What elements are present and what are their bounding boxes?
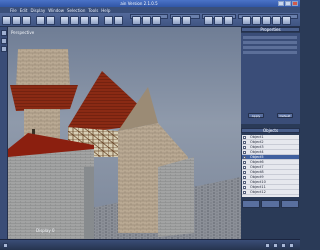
object-name: Object10 (250, 180, 266, 184)
undo-icon[interactable] (36, 16, 45, 25)
cylinder-icon[interactable] (152, 16, 161, 25)
object-name: Object5 (250, 155, 264, 159)
menu-display[interactable]: Display (30, 8, 45, 13)
properties-panel: Apply Default (241, 33, 300, 124)
object-name: Object12 (250, 190, 266, 194)
status-tool-icon[interactable] (265, 243, 270, 248)
new-icon[interactable] (2, 16, 11, 25)
close-button[interactable] (292, 1, 298, 6)
select-icon[interactable] (60, 16, 69, 25)
visibility-checkbox[interactable] (243, 160, 246, 164)
visibility-checkbox[interactable] (243, 175, 246, 179)
paint-icon[interactable] (242, 16, 251, 25)
menu-window[interactable]: Window (48, 8, 64, 13)
mesh-icon[interactable] (252, 16, 261, 25)
left-toolstrip (0, 27, 8, 239)
apply-button[interactable]: Apply (248, 113, 264, 118)
open-icon[interactable] (12, 16, 21, 25)
object-list-item[interactable]: Object12 (242, 190, 299, 195)
tree-icon[interactable] (272, 16, 281, 25)
object-name: Object8 (250, 170, 264, 174)
param-field[interactable] (243, 46, 297, 49)
object-name: Object6 (250, 160, 264, 164)
viewport-footer: Display 0 (36, 228, 55, 233)
menu-file[interactable]: File (10, 8, 17, 13)
object-name: Object3 (250, 145, 264, 149)
remove-object-button[interactable] (261, 200, 280, 208)
visibility-checkbox[interactable] (243, 155, 246, 159)
visibility-checkbox[interactable] (243, 150, 246, 154)
minimize-button[interactable] (278, 1, 284, 6)
scale-icon[interactable] (90, 16, 99, 25)
zoom-icon[interactable] (114, 16, 123, 25)
visibility-checkbox[interactable] (243, 185, 246, 189)
properties-header: Properties (241, 27, 300, 32)
redo-icon[interactable] (46, 16, 55, 25)
objects-header: Objects (241, 128, 300, 133)
status-tool-icon[interactable] (281, 243, 286, 248)
default-button[interactable]: Default (277, 113, 293, 118)
title-bar: ain Version 2.1.0.5 (0, 0, 300, 7)
object-buttons (242, 200, 299, 208)
visibility-checkbox[interactable] (243, 135, 246, 139)
param-field[interactable] (243, 36, 297, 39)
curtain-wall (8, 149, 94, 239)
object-name: Object4 (250, 150, 264, 154)
object-name: Object11 (250, 185, 266, 189)
texture-icon[interactable] (214, 16, 223, 25)
objects-section: Objects Object1 Object2 Object3 Object4 Obje… (241, 128, 300, 226)
move-icon[interactable] (70, 16, 79, 25)
menu-help[interactable]: Help (101, 8, 110, 13)
rotate-icon[interactable] (80, 16, 89, 25)
param-field[interactable] (243, 41, 297, 44)
render-icon[interactable] (204, 16, 213, 25)
maximize-button[interactable] (285, 1, 291, 6)
object-name: Object9 (250, 175, 264, 179)
castle-scene (8, 49, 241, 239)
visibility-checkbox[interactable] (243, 140, 246, 144)
status-tool-icon[interactable] (289, 243, 294, 248)
add-object-button[interactable] (242, 200, 261, 208)
save-icon[interactable] (22, 16, 31, 25)
object-name: Object2 (250, 140, 264, 144)
cube-icon[interactable] (132, 16, 141, 25)
keep-wall (158, 157, 194, 237)
status-bar (0, 239, 300, 250)
object-list: Object1 Object2 Object3 Object4 Object5 Objec… (242, 135, 299, 197)
menu-selection[interactable]: Selection (67, 8, 85, 13)
visibility-checkbox[interactable] (243, 190, 246, 194)
status-tool-icon[interactable] (273, 243, 278, 248)
object-name: Object7 (250, 165, 264, 169)
eraser-tool-icon[interactable] (1, 46, 7, 52)
viewport-label: Perspective (11, 30, 35, 35)
settings-icon[interactable] (282, 16, 291, 25)
wall-edge (84, 167, 94, 239)
brush-tool-icon[interactable] (1, 38, 7, 44)
menu-tools[interactable]: Tools (88, 8, 98, 13)
camera-icon[interactable] (104, 16, 113, 25)
3d-viewport[interactable]: Perspective Display 0 (8, 27, 241, 239)
light-icon[interactable] (172, 16, 181, 25)
right-panel: Properties Apply Default Objects Object1… (241, 27, 300, 239)
visibility-checkbox[interactable] (243, 180, 246, 184)
visibility-checkbox[interactable] (243, 145, 246, 149)
status-icon (3, 243, 8, 248)
grid-icon[interactable] (224, 16, 233, 25)
visibility-checkbox[interactable] (243, 170, 246, 174)
menu-edit[interactable]: Edit (20, 8, 28, 13)
object-name: Object1 (250, 135, 264, 139)
window-title: ain Version 2.1.0.5 (120, 1, 158, 6)
tower-top (16, 49, 70, 87)
material-icon[interactable] (182, 16, 191, 25)
terrain-icon[interactable] (262, 16, 271, 25)
pointer-tool-icon[interactable] (1, 30, 7, 36)
sphere-icon[interactable] (142, 16, 151, 25)
tower-roof (10, 85, 78, 111)
object-options-button[interactable] (280, 200, 299, 208)
visibility-checkbox[interactable] (243, 165, 246, 169)
main-toolbar (0, 13, 300, 27)
param-field[interactable] (243, 51, 297, 54)
